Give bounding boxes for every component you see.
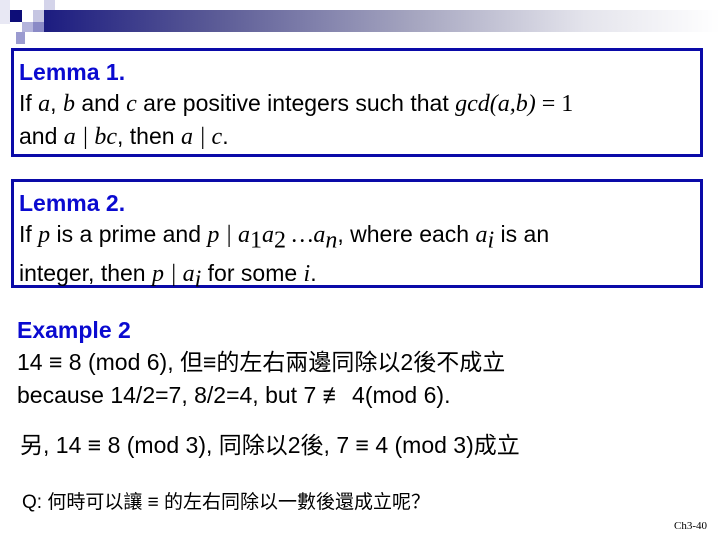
math-expr: a | c <box>180 124 223 150</box>
text: If <box>19 221 39 247</box>
page-number: Ch3-40 <box>674 520 707 532</box>
math-var: p <box>38 222 51 248</box>
example-title: Example 2 <box>17 317 131 343</box>
text: , then <box>117 123 181 149</box>
math-args: (a,b) <box>489 91 536 117</box>
lemma-1-box: Lemma 1. If a, b and c are positive inte… <box>11 48 703 157</box>
math-var: c <box>126 91 137 117</box>
text: , where each <box>337 221 476 247</box>
header-decoration-square <box>16 32 25 44</box>
header-gradient-band <box>44 10 720 32</box>
text: integer, then <box>19 259 152 286</box>
example-line-2: because 14/2=7, 8/2=4, but 7 ≢ 4(mod 6). <box>17 379 505 412</box>
math-var: a <box>38 91 51 117</box>
lemma-1-line-2: and a | bc, then a | c. <box>14 120 700 153</box>
math-eq: = 1 <box>535 91 574 117</box>
header-decoration-square <box>22 22 33 32</box>
math-subscript: 2 <box>274 227 287 254</box>
lemma-1-title: Lemma 1. <box>19 59 126 85</box>
math-var: b <box>62 91 75 117</box>
header-decoration-square <box>10 10 22 22</box>
text: . <box>222 123 229 149</box>
lemma-2-line-2: integer, then p | ai for some i. <box>14 257 700 296</box>
text: is an <box>494 221 550 247</box>
math-expr: a | bc <box>63 124 118 150</box>
header-decoration-square <box>33 10 44 22</box>
header-decoration-square <box>0 0 10 24</box>
header-decoration-square <box>44 0 55 10</box>
not-congruent-symbol: ≢ <box>322 382 346 408</box>
text: and <box>74 90 127 116</box>
additional-note: 另, 14 ≡ 8 (mod 3), 同除以2後, 7 ≡ 4 (mod 3)成… <box>20 432 520 458</box>
header-decoration-square <box>33 22 44 32</box>
lemma-2-line-1: If p is a prime and p | a1a2 …an, where … <box>14 218 700 257</box>
example-section: Example 2 14 ≡ 8 (mod 6), 但≡的左右兩邊同除以2後不成… <box>17 314 505 412</box>
lemma-1-line-1: If a, b and c are positive integers such… <box>14 87 700 120</box>
math-subscript: 1 <box>250 227 263 254</box>
math-expr: p | a <box>207 222 251 248</box>
text: If <box>19 90 39 116</box>
question-text: Q: 何時可以讓 ≡ 的左右同除以一數後還成立呢？ <box>22 492 430 513</box>
math-var: a <box>262 222 275 248</box>
text: because 14/2=7, 8/2=4, but 7 <box>17 382 323 408</box>
math-expr: …a <box>286 222 326 248</box>
math-var: a <box>475 222 488 248</box>
math-gcd: gcd <box>455 91 490 117</box>
text: for some <box>201 259 304 286</box>
text: and <box>19 123 64 149</box>
lemma-2-box: Lemma 2. If p is a prime and p | a1a2 …a… <box>11 179 703 292</box>
text: is a prime and <box>50 221 208 247</box>
math-expr: p | a <box>152 260 195 287</box>
math-subscript: n <box>325 227 338 254</box>
text: 4(mod 6). <box>345 382 451 408</box>
text: . <box>310 259 317 286</box>
example-line-1: 14 ≡ 8 (mod 6), 但≡的左右兩邊同除以2後不成立 <box>17 349 506 375</box>
text: , <box>50 90 63 116</box>
text: are positive integers such that <box>136 90 456 116</box>
lemma-2-title: Lemma 2. <box>19 190 126 216</box>
